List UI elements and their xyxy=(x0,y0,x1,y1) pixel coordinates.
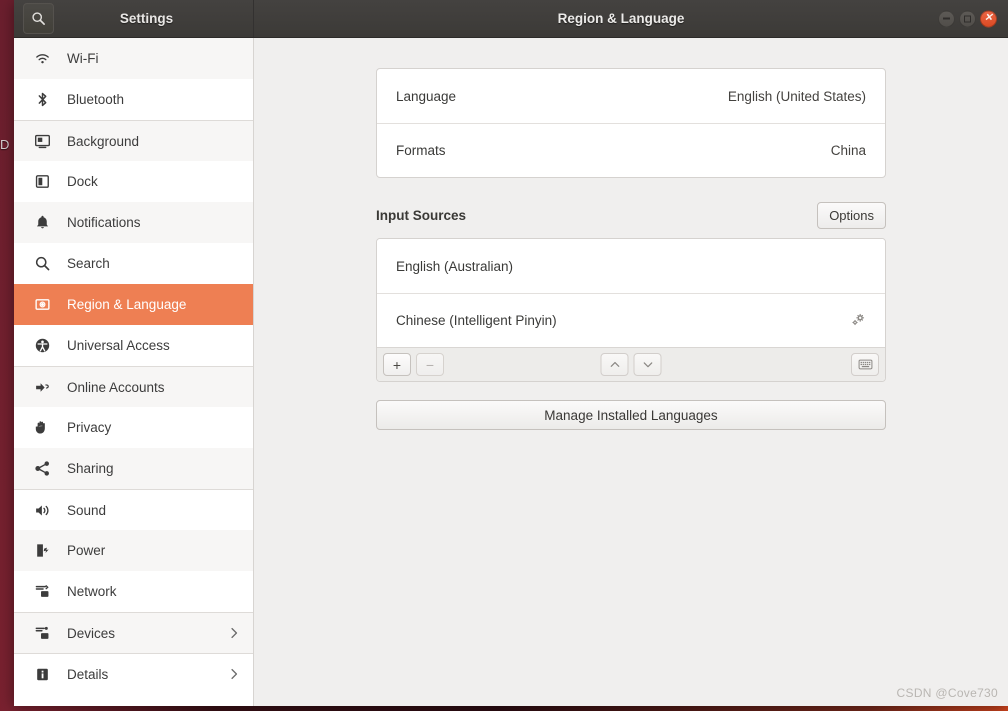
window-controls: ✕ xyxy=(938,10,997,27)
bell-icon xyxy=(33,213,52,232)
sidebar-item-details[interactable]: Details xyxy=(14,653,253,694)
sidebar-item-label: Bluetooth xyxy=(67,92,125,107)
sidebar-item-notifications[interactable]: Notifications xyxy=(14,202,253,243)
input-source-row[interactable]: Chinese (Intelligent Pinyin) xyxy=(377,293,885,347)
move-down-button[interactable] xyxy=(633,353,662,376)
formats-row[interactable]: Formats China xyxy=(377,123,885,177)
input-sources-card: English (Australian) Chinese (Intelligen… xyxy=(376,238,886,382)
accessibility-icon xyxy=(33,336,52,355)
options-button[interactable]: Options xyxy=(817,201,886,229)
watermark: CSDN @Cove730 xyxy=(896,686,998,700)
info-icon xyxy=(33,665,52,684)
main-content: Language English (United States) Formats… xyxy=(254,38,1008,706)
formats-row-value: China xyxy=(830,143,866,158)
speaker-icon xyxy=(33,501,52,520)
input-source-row[interactable]: English (Australian) xyxy=(377,239,885,293)
sidebar-item-label: Dock xyxy=(67,174,98,189)
region-language-icon xyxy=(33,295,52,314)
input-sources-title: Input Sources xyxy=(376,207,467,223)
sidebar-item-label: Search xyxy=(67,256,110,271)
power-icon xyxy=(33,541,52,560)
desktop-edge-glyph: D xyxy=(0,137,10,152)
titlebar-main-section: Region & Language ✕ xyxy=(254,0,1008,37)
remove-input-source-button[interactable]: − xyxy=(416,353,444,376)
sidebar-item-network[interactable]: Network xyxy=(14,571,253,612)
sidebar-item-label: Network xyxy=(67,584,117,599)
sidebar-item-label: Background xyxy=(67,133,140,149)
maximize-button[interactable] xyxy=(959,10,976,27)
language-row[interactable]: Language English (United States) xyxy=(377,69,885,123)
sidebar-item-label: Online Accounts xyxy=(67,379,165,395)
sidebar-item-label: Privacy xyxy=(67,420,112,435)
hand-icon xyxy=(33,418,52,437)
window-titlebar: Settings Region & Language ✕ xyxy=(14,0,1008,38)
sidebar-item-online-accounts[interactable]: Online Accounts xyxy=(14,366,253,407)
titlebar-sidebar-section: Settings xyxy=(14,0,254,37)
minimize-button[interactable] xyxy=(938,10,955,27)
sidebar-item-sound[interactable]: Sound xyxy=(14,489,253,530)
page-title: Region & Language xyxy=(557,11,685,26)
close-button[interactable]: ✕ xyxy=(980,10,997,27)
bluetooth-icon xyxy=(33,90,52,109)
online-accounts-icon xyxy=(33,378,52,397)
sidebar-item-devices[interactable]: Devices xyxy=(14,612,253,653)
add-input-source-button[interactable]: + xyxy=(383,353,411,376)
input-sources-header: Input Sources Options xyxy=(376,201,886,229)
input-source-name: English (Australian) xyxy=(396,258,514,274)
settings-window: Settings Region & Language ✕ Wi-Fi Bluet… xyxy=(14,0,1008,706)
sidebar-item-label: Notifications xyxy=(67,215,141,230)
sidebar-item-background[interactable]: Background xyxy=(14,120,253,161)
sidebar-item-label: Details xyxy=(67,666,109,682)
sidebar-item-power[interactable]: Power xyxy=(14,530,253,571)
settings-sidebar[interactable]: Wi-Fi Bluetooth Background Dock Notifica… xyxy=(14,38,254,706)
sidebar-item-region-language[interactable]: Region & Language xyxy=(14,284,253,325)
sidebar-item-label: Power xyxy=(67,543,106,558)
formats-row-label: Formats xyxy=(396,143,446,158)
sidebar-item-dock[interactable]: Dock xyxy=(14,161,253,202)
sidebar-item-wi-fi[interactable]: Wi-Fi xyxy=(14,38,253,79)
sidebar-item-label: Sharing xyxy=(67,461,114,476)
sidebar-item-label: Universal Access xyxy=(67,338,170,353)
chevron-right-icon xyxy=(227,667,241,681)
wifi-icon xyxy=(33,49,52,68)
sidebar-item-label: Sound xyxy=(67,502,107,518)
search-icon[interactable] xyxy=(23,3,54,34)
sidebar-item-bluetooth[interactable]: Bluetooth xyxy=(14,79,253,120)
dock-icon xyxy=(33,172,52,191)
share-icon xyxy=(33,459,52,478)
language-row-label: Language xyxy=(396,88,457,104)
keyboard-layout-button[interactable] xyxy=(851,353,879,376)
sidebar-item-universal-access[interactable]: Universal Access xyxy=(14,325,253,366)
network-icon xyxy=(33,582,52,601)
background-icon xyxy=(33,132,52,151)
settings-title: Settings xyxy=(119,11,174,26)
sidebar-item-label: Devices xyxy=(67,625,116,641)
input-sources-toolbar: + − xyxy=(377,347,885,381)
sidebar-item-label: Wi-Fi xyxy=(67,51,99,66)
sidebar-item-privacy[interactable]: Privacy xyxy=(14,407,253,448)
devices-icon xyxy=(33,624,52,643)
input-source-preferences-icon[interactable] xyxy=(851,312,866,330)
sidebar-item-search[interactable]: Search xyxy=(14,243,253,284)
input-source-name: Chinese (Intelligent Pinyin) xyxy=(396,313,557,328)
language-card: Language English (United States) Formats… xyxy=(376,68,886,178)
sidebar-item-sharing[interactable]: Sharing xyxy=(14,448,253,489)
manage-installed-languages-button[interactable]: Manage Installed Languages xyxy=(376,400,886,430)
sidebar-item-label: Region & Language xyxy=(67,297,187,312)
move-up-button[interactable] xyxy=(600,353,629,376)
search-icon xyxy=(33,254,52,273)
chevron-right-icon xyxy=(227,626,241,640)
language-row-value: English (United States) xyxy=(727,88,866,104)
